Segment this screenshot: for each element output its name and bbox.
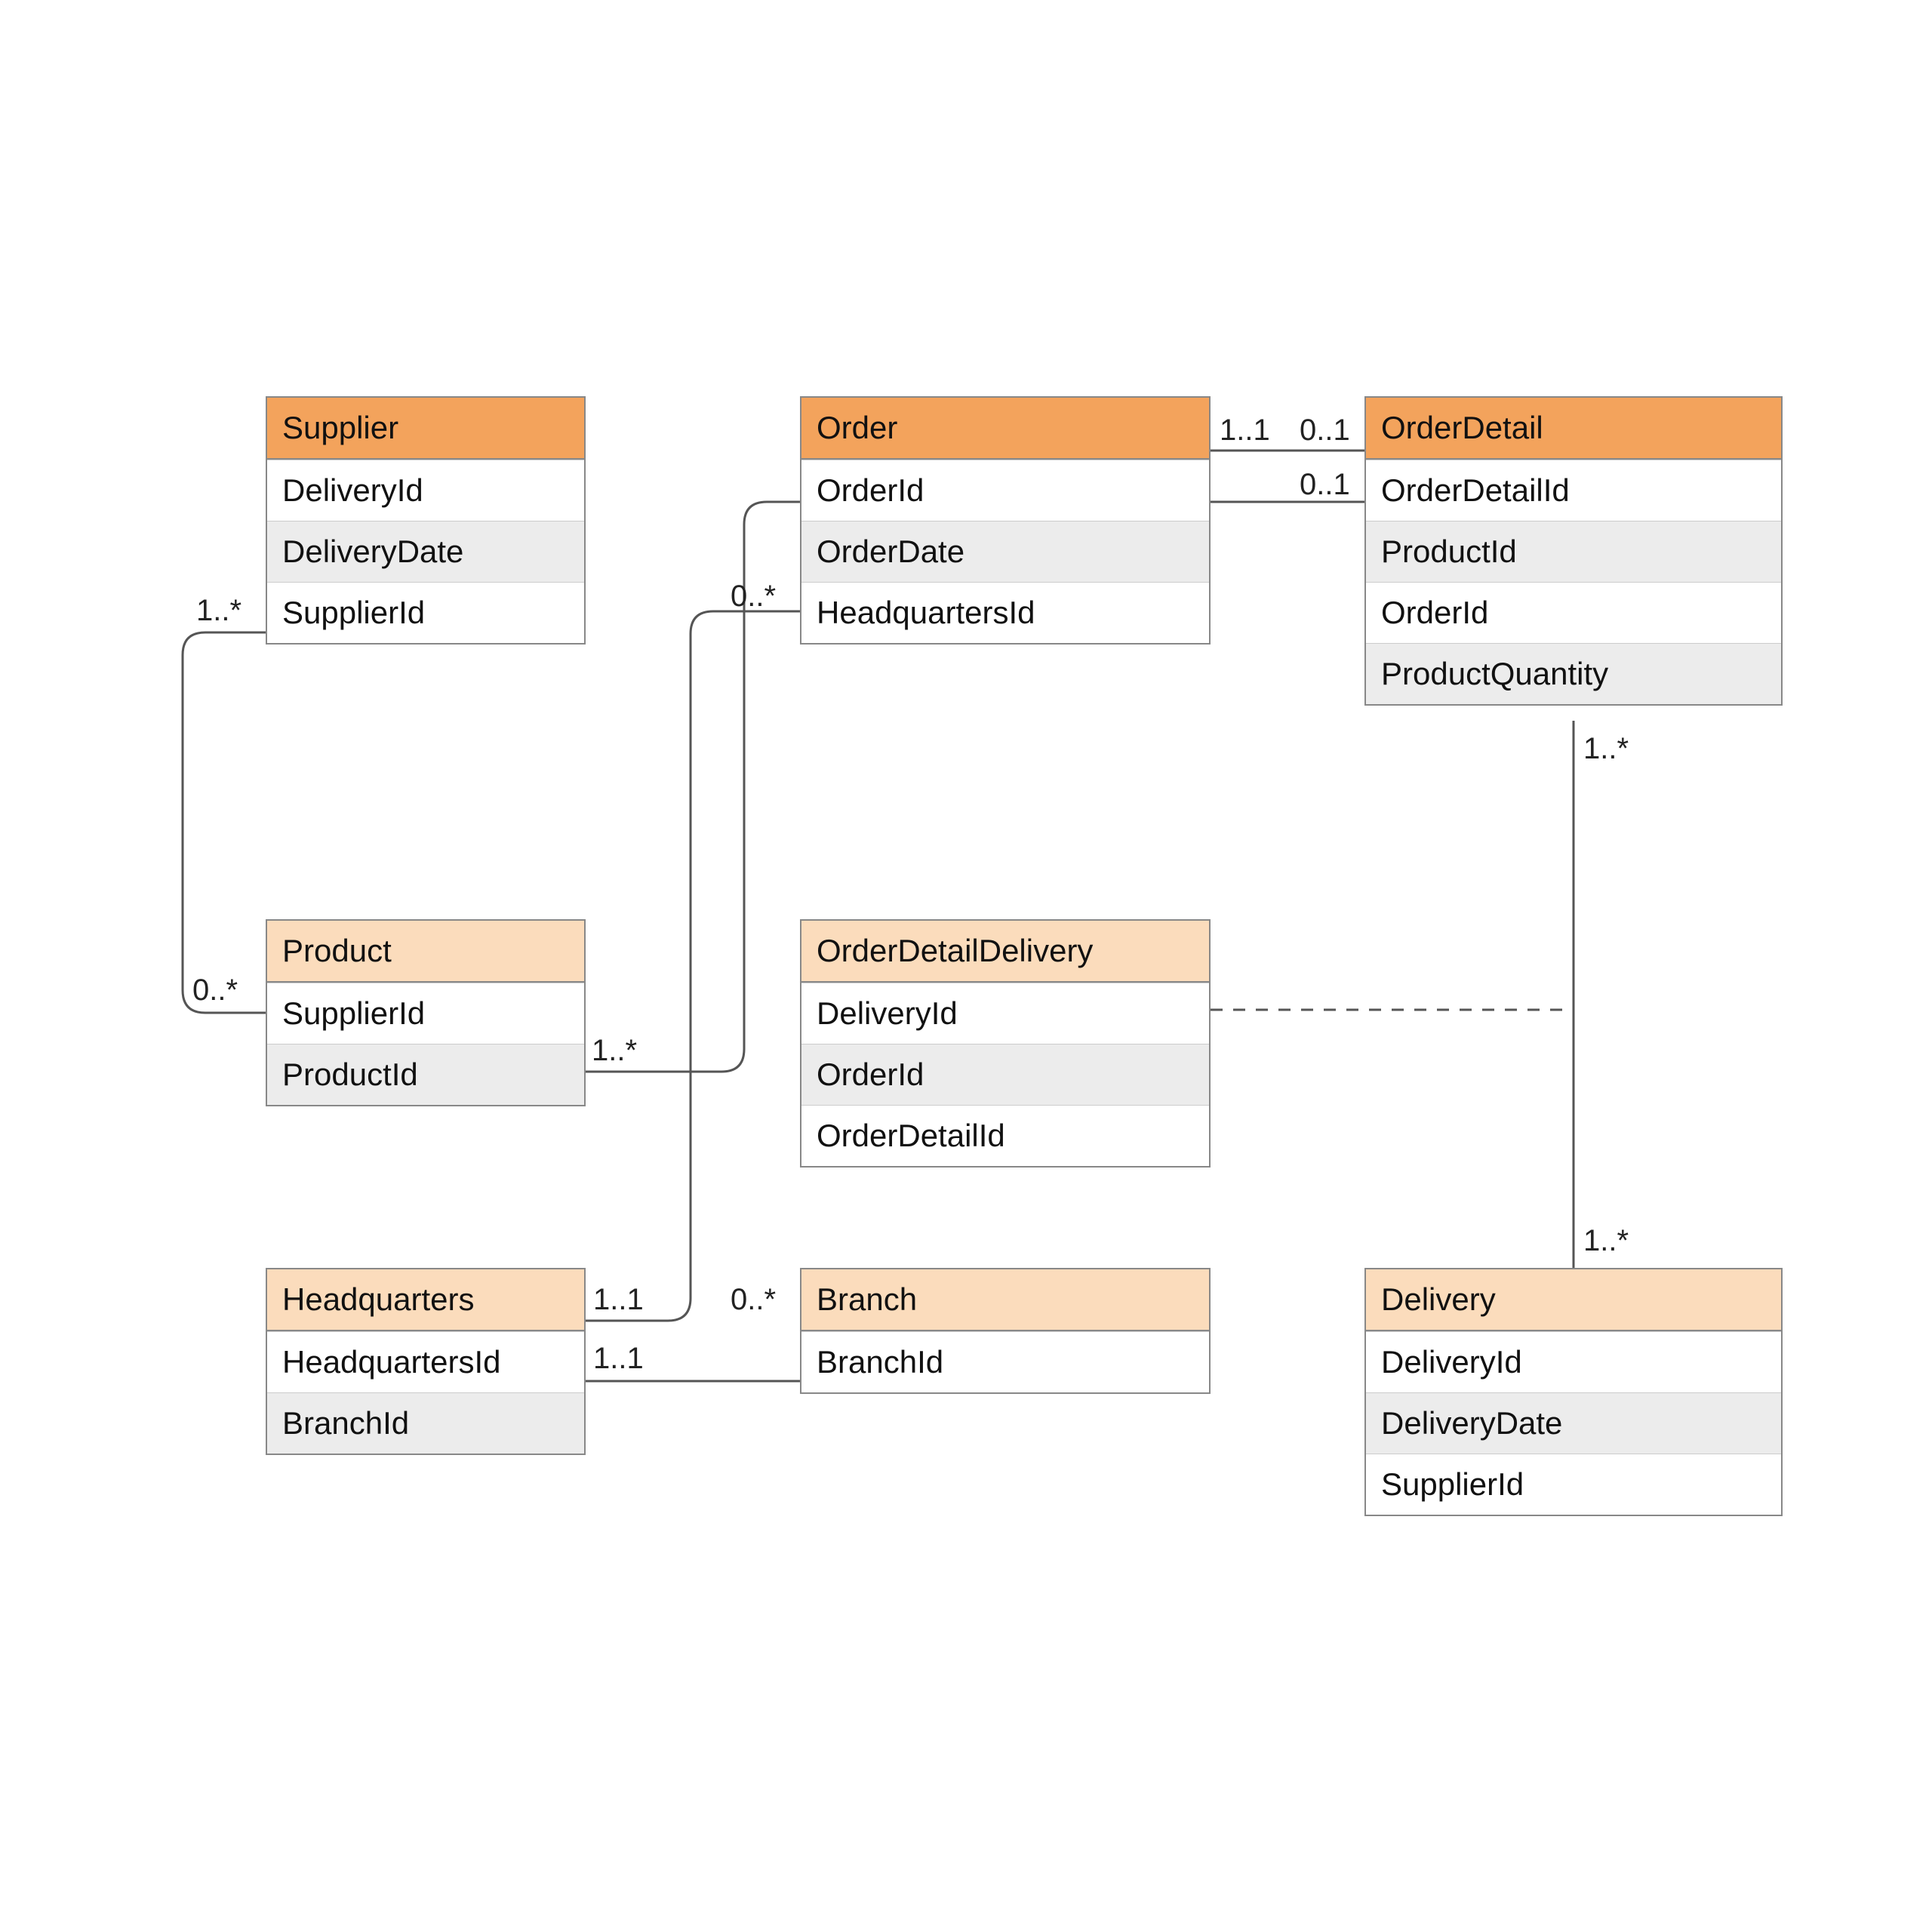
attr-row: SupplierId	[1366, 1454, 1781, 1515]
entity-orderdetail: OrderDetail OrderDetailId ProductId Orde…	[1364, 396, 1783, 706]
entity-title: OrderDetailDelivery	[801, 921, 1209, 983]
mult-label: 1..1	[593, 1342, 644, 1376]
mult-label: 0..1	[1300, 414, 1350, 448]
attr-row: SupplierId	[267, 983, 584, 1044]
mult-label: 1..*	[1583, 732, 1629, 766]
attr-row: OrderDate	[801, 521, 1209, 582]
attr-row: OrderDetailId	[1366, 460, 1781, 521]
attr-row: HeadquartersId	[267, 1331, 584, 1392]
entity-title: Branch	[801, 1269, 1209, 1331]
mult-label: 1..1	[593, 1283, 644, 1317]
entity-order: Order OrderId OrderDate HeadquartersId	[800, 396, 1211, 645]
entity-orderdetaildelivery: OrderDetailDelivery DeliveryId OrderId O…	[800, 919, 1211, 1168]
mult-label: 1..*	[1583, 1224, 1629, 1258]
attr-row: OrderDetailId	[801, 1105, 1209, 1166]
attr-row: DeliveryDate	[1366, 1392, 1781, 1454]
entity-headquarters: Headquarters HeadquartersId BranchId	[266, 1268, 586, 1455]
entity-title: Product	[267, 921, 584, 983]
entity-title: Supplier	[267, 398, 584, 460]
entity-branch: Branch BranchId	[800, 1268, 1211, 1394]
attr-row: HeadquartersId	[801, 582, 1209, 643]
entity-delivery: Delivery DeliveryId DeliveryDate Supplie…	[1364, 1268, 1783, 1516]
er-diagram-canvas: Supplier DeliveryId DeliveryDate Supplie…	[0, 0, 1932, 1932]
entity-supplier: Supplier DeliveryId DeliveryDate Supplie…	[266, 396, 586, 645]
entity-title: Headquarters	[267, 1269, 584, 1331]
entity-product: Product SupplierId ProductId	[266, 919, 586, 1106]
mult-label: 0..*	[731, 580, 776, 614]
attr-row: OrderId	[801, 460, 1209, 521]
entity-title: Delivery	[1366, 1269, 1781, 1331]
attr-row: ProductId	[1366, 521, 1781, 582]
attr-row: ProductId	[267, 1044, 584, 1105]
entity-title: Order	[801, 398, 1209, 460]
attr-row: ProductQuantity	[1366, 643, 1781, 704]
attr-row: DeliveryId	[801, 983, 1209, 1044]
mult-label: 1..*	[196, 594, 242, 628]
mult-label: 0..*	[192, 974, 238, 1008]
entity-title: OrderDetail	[1366, 398, 1781, 460]
mult-label: 1..1	[1220, 414, 1270, 448]
attr-row: DeliveryDate	[267, 521, 584, 582]
mult-label: 0..*	[731, 1283, 776, 1317]
attr-row: DeliveryId	[267, 460, 584, 521]
mult-label: 1..*	[592, 1034, 637, 1068]
attr-row: BranchId	[801, 1331, 1209, 1392]
mult-label: 0..1	[1300, 468, 1350, 502]
attr-row: OrderId	[1366, 582, 1781, 643]
attr-row: OrderId	[801, 1044, 1209, 1105]
attr-row: DeliveryId	[1366, 1331, 1781, 1392]
attr-row: BranchId	[267, 1392, 584, 1454]
attr-row: SupplierId	[267, 582, 584, 643]
